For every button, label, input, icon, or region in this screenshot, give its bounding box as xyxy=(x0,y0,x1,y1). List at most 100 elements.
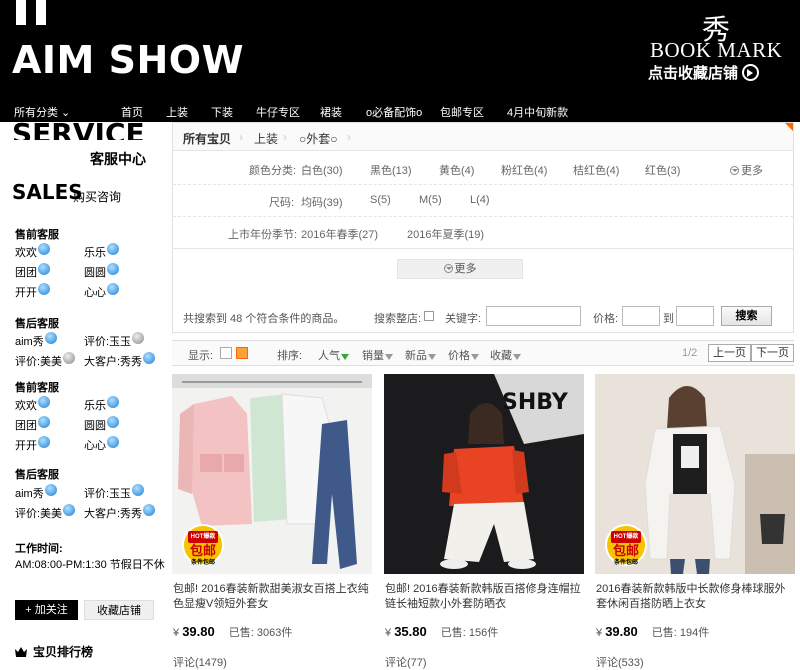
price-label: 价格: xyxy=(593,313,619,325)
follow-button[interactable]: + 加关注 xyxy=(15,600,78,620)
agent-link[interactable]: 欢欢 xyxy=(15,396,50,413)
nav-tops[interactable]: 上装 xyxy=(166,104,188,120)
breadcrumb-separator: › xyxy=(283,130,287,144)
product-sold: 已售: 3063件 xyxy=(228,627,293,639)
price-min-input[interactable] xyxy=(622,306,660,326)
wangwang-icon xyxy=(38,396,50,408)
sort-price-label: 价格 xyxy=(448,350,470,362)
size-option[interactable]: S(5) xyxy=(370,194,391,206)
sort-popularity[interactable]: 人气 xyxy=(318,347,349,363)
store-search-checkbox[interactable] xyxy=(424,311,434,321)
agent-link[interactable]: 开开 xyxy=(15,436,50,453)
product-title[interactable]: 包邮! 2016春装新款韩版百搭修身连帽拉链长袖短款小外套防晒衣 xyxy=(385,582,583,612)
agent-link[interactable]: aim秀 xyxy=(15,332,57,349)
agent-link[interactable]: 评价:美美 xyxy=(15,352,76,369)
search-button[interactable]: 搜索 xyxy=(721,306,772,326)
agent-name: 心心 xyxy=(84,287,106,299)
more-filters-button[interactable]: 更多 xyxy=(397,259,523,279)
product-reviews[interactable]: 评论(77) xyxy=(385,654,427,670)
corner-flag xyxy=(785,123,793,131)
sort-favorites[interactable]: 收藏 xyxy=(490,347,521,363)
agent-link[interactable]: 团团 xyxy=(15,416,50,433)
next-page-button[interactable]: 下一页 xyxy=(751,344,794,362)
nav-denim[interactable]: 牛仔专区 xyxy=(256,104,300,120)
color-more-link[interactable]: 更多 xyxy=(730,162,763,178)
size-option[interactable]: 均码(39) xyxy=(301,194,343,210)
search-bar: 共搜索到 48 个符合条件的商品。 搜索整店: 关键字: 价格: 到 搜索 xyxy=(173,299,793,333)
nav-home[interactable]: 首页 xyxy=(121,104,143,120)
price-max-input[interactable] xyxy=(676,306,714,326)
bookmark-favorite-link[interactable]: 点击收藏店铺 xyxy=(648,62,760,83)
nav-new-april[interactable]: 4月中旬新款 xyxy=(507,104,568,120)
nav-skirts[interactable]: 裙装 xyxy=(320,104,342,120)
service-center-label: 客服中心 xyxy=(90,151,146,167)
badge-hot: HOT爆款 xyxy=(188,531,218,543)
nav-bottoms[interactable]: 下装 xyxy=(211,104,233,120)
breadcrumb-jackets[interactable]: ○外套○ xyxy=(299,130,338,147)
breadcrumb: 所有宝贝 › 上装 › ○外套○ › xyxy=(173,123,793,151)
list-view-icon[interactable] xyxy=(220,347,232,359)
agent-link[interactable]: aim秀 xyxy=(15,484,57,501)
favorite-shop-button[interactable]: 收藏店铺 xyxy=(84,600,154,620)
season-option[interactable]: 2016年春季(27) xyxy=(301,226,378,242)
size-option[interactable]: L(4) xyxy=(470,194,490,206)
agent-link[interactable]: 大客户:秀秀 xyxy=(84,352,156,369)
size-option[interactable]: M(5) xyxy=(419,194,442,206)
wangwang-icon xyxy=(107,283,119,295)
agent-link[interactable]: 欢欢 xyxy=(15,243,50,260)
price-to-label: 到 xyxy=(663,313,674,325)
product-image[interactable]: HOT爆款 包邮 条件包邮 xyxy=(172,374,372,574)
badge-sub: 条件包邮 xyxy=(190,560,215,566)
grid-view-icon[interactable] xyxy=(236,347,248,359)
agent-link[interactable]: 评价:玉玉 xyxy=(84,332,145,349)
color-option[interactable]: 白色(30) xyxy=(301,162,343,178)
season-option[interactable]: 2016年夏季(19) xyxy=(407,226,484,242)
wangwang-icon xyxy=(107,416,119,428)
agent-link[interactable]: 乐乐 xyxy=(84,243,119,260)
agent-link[interactable]: 乐乐 xyxy=(84,396,119,413)
color-option[interactable]: 红色(3) xyxy=(645,162,680,178)
nav-accessories[interactable]: o必备配饰o xyxy=(366,104,422,120)
nav-all-categories[interactable]: 所有分类 ⌄ xyxy=(14,104,70,120)
agent-link[interactable]: 开开 xyxy=(15,283,50,300)
color-option[interactable]: 桔红色(4) xyxy=(573,162,619,178)
sort-sales[interactable]: 销量 xyxy=(362,347,393,363)
prev-page-button[interactable]: 上一页 xyxy=(708,344,751,362)
product-price: 35.80 xyxy=(394,624,427,639)
agent-link[interactable]: 评价:美美 xyxy=(15,504,76,521)
color-option[interactable]: 黄色(4) xyxy=(439,162,474,178)
product-title[interactable]: 2016春装新款韩版中长款修身棒球服外套休闲百搭防晒上衣女 xyxy=(596,582,794,612)
agent-link[interactable]: 心心 xyxy=(84,436,119,453)
bestseller-ranking[interactable]: 宝贝排行榜 xyxy=(15,643,93,660)
product-card[interactable]: HOT爆款 包邮 条件包邮 2016春装新款韩版中长款修身棒球服外套休闲百搭防晒上衣… xyxy=(595,374,795,669)
wangwang-icon xyxy=(107,263,119,275)
product-card[interactable]: SHBY 包邮! 2016春装新款韩版百搭修身连帽拉链长袖短款小外套防晒衣 ¥ … xyxy=(384,374,584,669)
filter-row-season: 上市年份季节: 2016年春季(27) 2016年夏季(19) xyxy=(173,217,793,249)
agent-link[interactable]: 评价:玉玉 xyxy=(84,484,145,501)
shop-header: AIM SHOW 秀 BOOK MARK 点击收藏店铺 所有分类 ⌄ 首页 上装… xyxy=(0,0,800,122)
agent-link[interactable]: 圆圆 xyxy=(84,416,119,433)
product-reviews[interactable]: 评论(1479) xyxy=(173,654,227,670)
breadcrumb-tops[interactable]: 上装 xyxy=(254,130,278,147)
product-reviews[interactable]: 评论(533) xyxy=(596,654,644,670)
color-option[interactable]: 黑色(13) xyxy=(370,162,412,178)
sort-arrow-icon xyxy=(513,354,521,360)
agent-link[interactable]: 大客户:秀秀 xyxy=(84,504,156,521)
agent-link[interactable]: 团团 xyxy=(15,263,50,280)
product-image[interactable]: HOT爆款 包邮 条件包邮 xyxy=(595,374,795,574)
sort-price[interactable]: 价格 xyxy=(448,347,479,363)
keyword-input[interactable] xyxy=(486,306,581,326)
wangwang-icon xyxy=(107,396,119,408)
agent-link[interactable]: 圆圆 xyxy=(84,263,119,280)
nav-free-shipping[interactable]: 包邮专区 xyxy=(440,104,484,120)
svg-text:SHBY: SHBY xyxy=(502,390,569,415)
shop-logo-title[interactable]: AIM SHOW xyxy=(12,38,244,82)
product-image[interactable]: SHBY xyxy=(384,374,584,574)
agent-link[interactable]: 心心 xyxy=(84,283,119,300)
wangwang-icon xyxy=(143,352,156,364)
sort-new[interactable]: 新品 xyxy=(405,347,436,363)
product-card[interactable]: HOT爆款 包邮 条件包邮 包邮! 2016春装新款甜美淑女百搭上衣纯色显瘦V领短外… xyxy=(172,374,372,669)
color-option[interactable]: 粉红色(4) xyxy=(501,162,547,178)
product-title[interactable]: 包邮! 2016春装新款甜美淑女百搭上衣纯色显瘦V领短外套女 xyxy=(173,582,371,612)
breadcrumb-all[interactable]: 所有宝贝 xyxy=(183,130,231,147)
